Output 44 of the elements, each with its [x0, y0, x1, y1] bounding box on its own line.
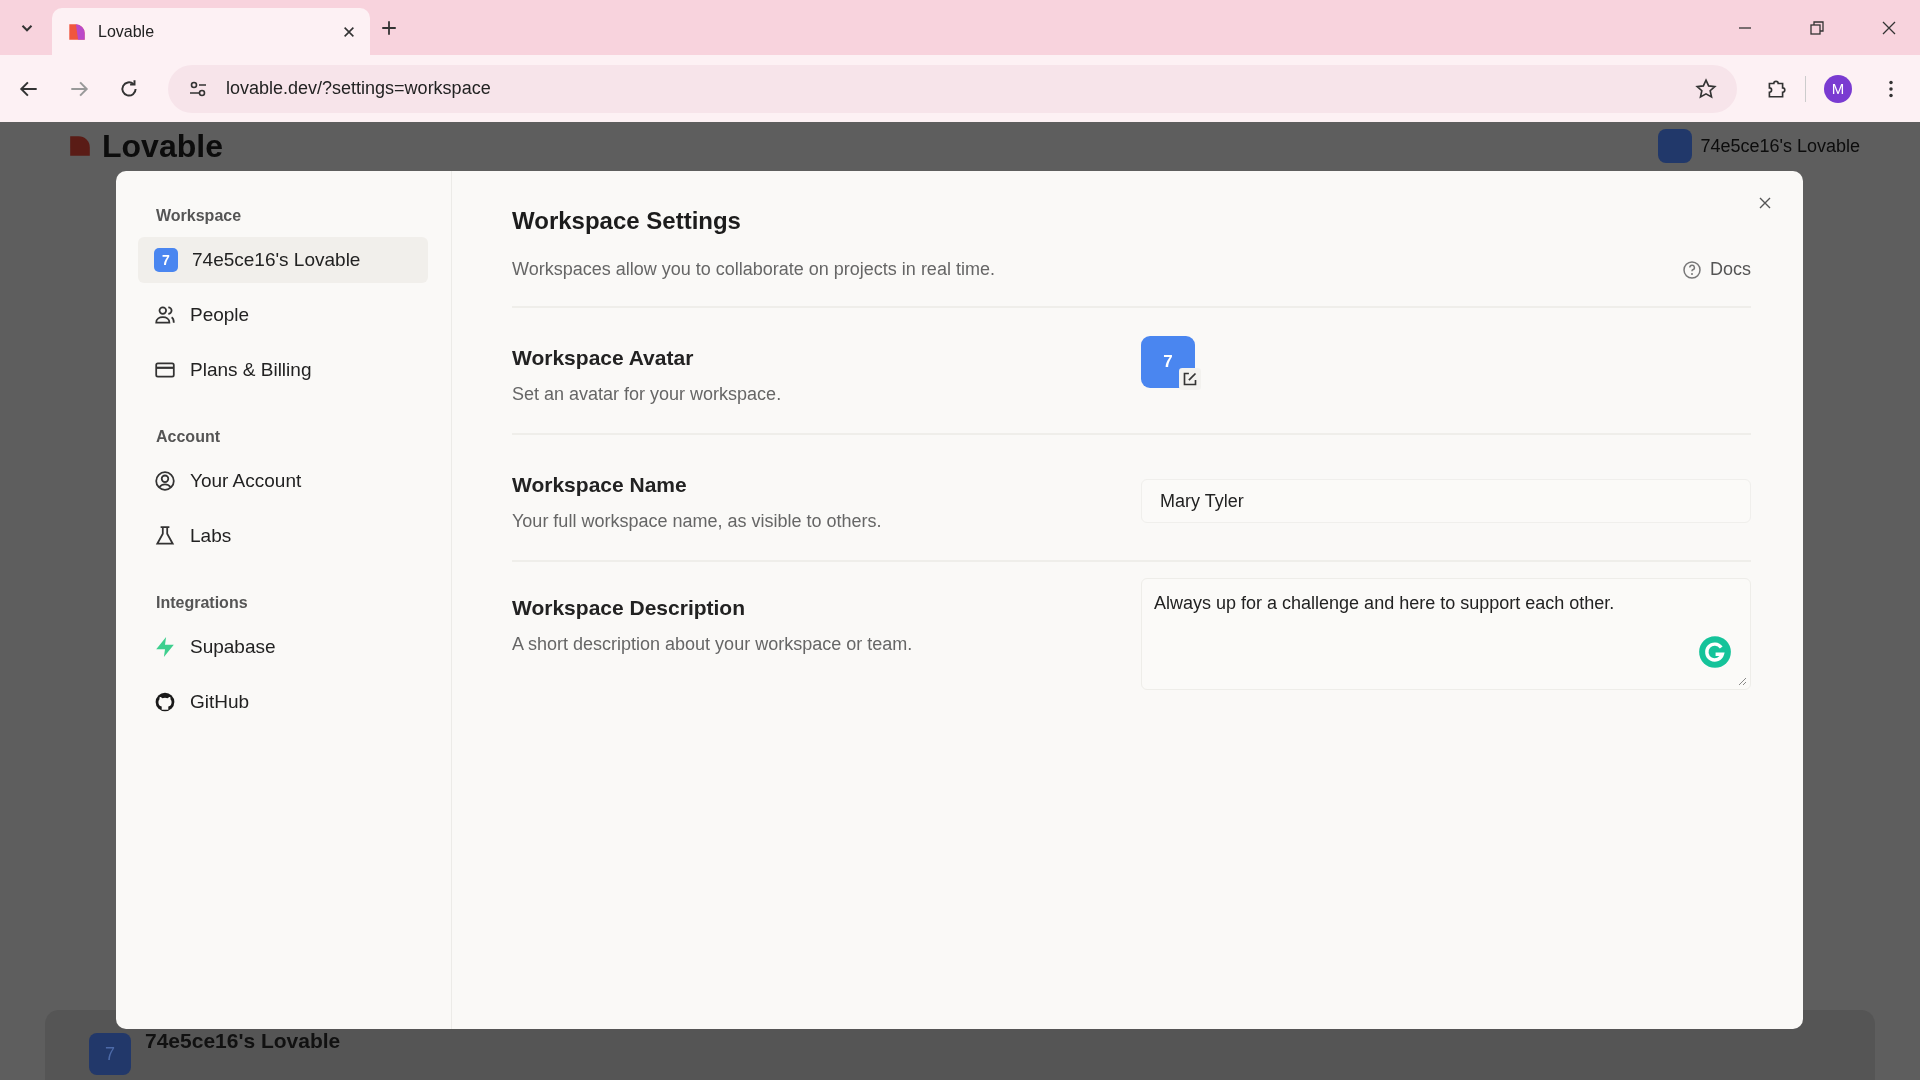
- workspace-name-field[interactable]: Mary Tyler: [1141, 479, 1751, 523]
- help-icon: [1682, 259, 1702, 280]
- star-icon[interactable]: [1695, 77, 1717, 100]
- close-icon[interactable]: [1757, 195, 1773, 211]
- address-bar[interactable]: lovable.dev/?settings=workspace: [168, 64, 1737, 113]
- close-tab-icon[interactable]: [342, 24, 356, 39]
- close-window-icon[interactable]: [1881, 19, 1897, 36]
- sidebar-item[interactable]: Your Account: [138, 458, 428, 504]
- section-heading: Integrations: [156, 594, 249, 612]
- browser-tab[interactable]: Lovable: [52, 8, 370, 55]
- section-heading: Account: [156, 428, 221, 446]
- edit-icon[interactable]: [1179, 368, 1201, 390]
- dialog-subtitle: Workspaces allow you to collaborate on projects in real time.: [512, 259, 995, 280]
- docs-link[interactable]: Docs: [1682, 259, 1751, 280]
- setting-description: Set an avatar for your workspace.: [512, 384, 783, 405]
- description-field[interactable]: Always up for a challenge and here to support each other.: [1141, 578, 1751, 690]
- sidebar-item[interactable]: People: [138, 292, 428, 338]
- sidebar-item[interactable]: 7 74e5ce16's Lovable: [138, 237, 428, 283]
- url-text: lovable.dev/?settings=workspace: [226, 78, 491, 99]
- workspace-avatar: 7: [89, 1033, 131, 1075]
- flask-icon: [154, 525, 176, 547]
- sidebar-item[interactable]: Supabase: [138, 624, 428, 670]
- setting-title: Workspace Description: [512, 596, 747, 620]
- logo-text: Lovable: [102, 128, 223, 164]
- user-circle-icon: [154, 470, 176, 492]
- tab-title: Lovable: [98, 22, 156, 41]
- setting-description: A short description about your workspace or team.: [512, 634, 914, 655]
- people-icon: [154, 304, 176, 326]
- workspace-avatar: 7: [154, 248, 178, 272]
- setting-title: Workspace Avatar: [512, 346, 695, 370]
- github-icon: [154, 691, 176, 713]
- lightning-icon: [154, 636, 176, 658]
- resize-handle-icon[interactable]: [1737, 676, 1747, 686]
- restore-icon[interactable]: [1809, 19, 1825, 36]
- new-tab-icon[interactable]: [380, 18, 398, 37]
- sidebar-item[interactable]: Labs: [138, 513, 428, 559]
- setting-title: Workspace Name: [512, 473, 688, 497]
- sidebar-item[interactable]: Plans & Billing: [138, 347, 428, 393]
- setting-description: Your full workspace name, as visible to others.: [512, 511, 883, 532]
- sidebar-item[interactable]: GitHub: [138, 679, 428, 725]
- dialog-title: Workspace Settings: [512, 207, 741, 235]
- card-title: 74e5ce16's Lovable: [145, 1029, 341, 1053]
- section-heading: Workspace: [156, 207, 243, 225]
- profile-avatar[interactable]: M: [1824, 74, 1852, 103]
